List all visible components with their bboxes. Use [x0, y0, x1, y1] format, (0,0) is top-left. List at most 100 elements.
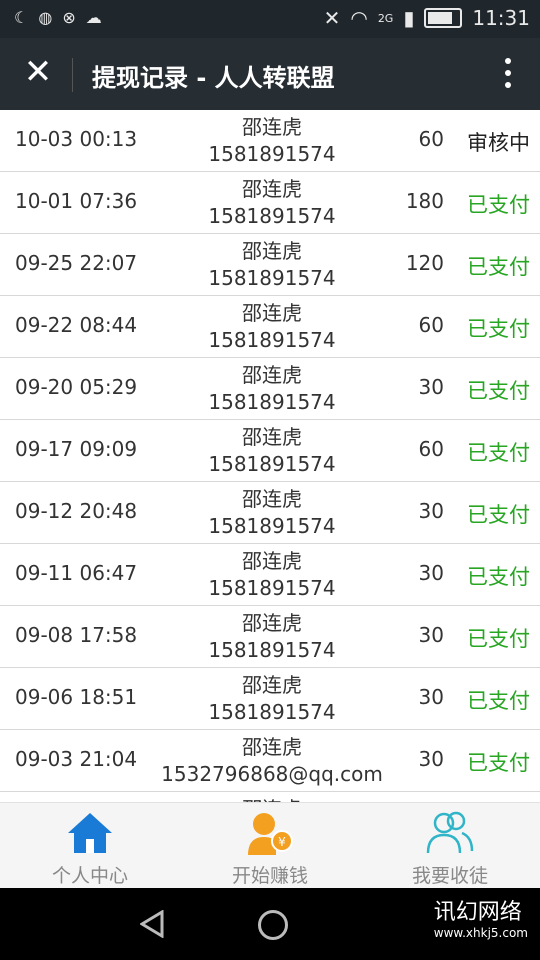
record-payee: 邵连虎 1581891574: [160, 114, 384, 168]
record-name: 邵连虎: [242, 239, 302, 263]
svg-text:¥: ¥: [278, 835, 286, 849]
record-account: 1581891574: [208, 576, 336, 600]
record-time: 09-25 22:07: [15, 251, 138, 275]
bottom-tab-bar: 个人中心 ¥ 开始赚钱 我要收徒: [0, 802, 540, 889]
record-payee: 邵连虎 1581891574: [160, 300, 384, 354]
page-title: 提现记录 - 人人转联盟: [92, 64, 335, 92]
more-menu-icon[interactable]: [504, 58, 512, 90]
record-status: 已支付: [467, 565, 530, 589]
home-button-icon[interactable]: [258, 910, 288, 940]
record-row: 邵连虎: [0, 792, 540, 802]
close-icon[interactable]: ✕: [18, 52, 58, 92]
record-row: 09-20 05:29 邵连虎 1581891574 30 已支付: [0, 358, 540, 420]
record-amount: 60: [418, 437, 444, 461]
tab-personal-center[interactable]: 个人中心: [0, 811, 180, 888]
record-payee: 邵连虎 1581891574: [160, 362, 384, 416]
record-payee: 邵连虎 1581891574: [160, 424, 384, 478]
record-row: 09-25 22:07 邵连虎 1581891574 120 已支付: [0, 234, 540, 296]
wechat-icon: ◍: [38, 8, 53, 27]
record-amount: 30: [418, 561, 444, 585]
record-account: 1581891574: [208, 514, 336, 538]
record-account: 1581891574: [208, 452, 336, 476]
record-payee: 邵连虎 1581891574: [160, 672, 384, 726]
record-row: 09-03 21:04 邵连虎 1532796868@qq.com 30 已支付: [0, 730, 540, 792]
record-name: 邵连虎: [242, 363, 302, 387]
home-icon: [68, 813, 112, 853]
notification-icons: ☾ ◍ ⊗ ☁: [14, 8, 102, 27]
record-name: 邵连虎: [242, 487, 302, 511]
wifi-icon: ◠: [350, 6, 368, 30]
record-time: 09-12 20:48: [15, 499, 138, 523]
watermark-text: 讯幻网络: [433, 900, 522, 925]
record-status: 审核中: [467, 131, 530, 155]
record-row: 09-08 17:58 邵连虎 1581891574 30 已支付: [0, 606, 540, 668]
record-amount: 30: [418, 747, 444, 771]
record-time: 09-22 08:44: [15, 313, 138, 337]
record-row: 10-01 07:36 邵连虎 1581891574 180 已支付: [0, 172, 540, 234]
record-account: 1581891574: [208, 266, 336, 290]
record-status: 已支付: [467, 751, 530, 775]
cloud-icon: ☁: [85, 8, 102, 27]
tab-start-earning[interactable]: ¥ 开始赚钱: [180, 811, 360, 888]
record-amount: 120: [405, 251, 444, 275]
record-row: 09-17 09:09 邵连虎 1581891574 60 已支付: [0, 420, 540, 482]
record-time: 09-08 17:58: [15, 623, 138, 647]
record-row: 09-12 20:48 邵连虎 1581891574 30 已支付: [0, 482, 540, 544]
record-account: 1581891574: [208, 142, 336, 166]
record-payee: 邵连虎 1581891574: [160, 548, 384, 602]
record-row: 09-22 08:44 邵连虎 1581891574 60 已支付: [0, 296, 540, 358]
record-status: 已支付: [467, 317, 530, 341]
withdraw-record-list[interactable]: 10-03 00:13 邵连虎 1581891574 60 审核中 10-01 …: [0, 110, 540, 802]
tab-label: 我要收徒: [411, 865, 488, 887]
record-payee: 邵连虎 1581891574: [160, 238, 384, 292]
mute-icon: ✕: [323, 6, 341, 30]
record-account: 1581891574: [208, 390, 336, 414]
user-yuan-icon: ¥: [248, 813, 293, 855]
record-account: 1581891574: [208, 638, 336, 662]
record-amount: 30: [418, 499, 444, 523]
tab-label: 个人中心: [51, 865, 128, 887]
record-status: 已支付: [467, 689, 530, 713]
watermark-url: www.xhkj5.com: [433, 926, 528, 940]
record-row: 10-03 00:13 邵连虎 1581891574 60 审核中: [0, 110, 540, 172]
no-disturb-icon: ⊗: [62, 8, 76, 27]
record-name: 邵连虎: [242, 301, 302, 325]
battery-icon: [424, 8, 463, 28]
network-label: 2G: [377, 11, 394, 25]
record-row: 09-11 06:47 邵连虎 1581891574 30 已支付: [0, 544, 540, 606]
record-amount: 30: [418, 685, 444, 709]
app-header: ✕ 提现记录 - 人人转联盟: [0, 38, 540, 110]
record-time: 09-20 05:29: [15, 375, 138, 399]
record-payee: 邵连虎 1581891574: [160, 486, 384, 540]
tab-label: 开始赚钱: [231, 865, 308, 887]
record-name: 邵连虎: [242, 177, 302, 201]
record-amount: 60: [418, 127, 444, 151]
record-status: 已支付: [467, 379, 530, 403]
record-amount: 30: [418, 375, 444, 399]
record-status: 已支付: [467, 441, 530, 465]
record-name: 邵连虎: [242, 425, 302, 449]
record-name: 邵连虎: [242, 549, 302, 573]
tab-recruit-apprentice[interactable]: 我要收徒: [360, 811, 540, 888]
status-bar: ☾ ◍ ⊗ ☁ ✕ ◠ 2G ▮ 11:31: [0, 0, 540, 38]
record-status: 已支付: [467, 255, 530, 279]
header-divider: [72, 58, 73, 92]
users-icon: [426, 811, 474, 854]
record-account: 1581891574: [208, 204, 336, 228]
record-row: 09-06 18:51 邵连虎 1581891574 30 已支付: [0, 668, 540, 730]
record-status: 已支付: [467, 193, 530, 217]
back-icon[interactable]: [140, 910, 166, 938]
record-payee: 邵连虎 1581891574: [160, 176, 384, 230]
record-status: 已支付: [467, 627, 530, 651]
record-payee: 邵连虎 1532796868@qq.com: [160, 734, 384, 788]
record-name: 邵连虎: [242, 735, 302, 759]
signal-icon: ▮: [403, 6, 415, 30]
record-amount: 180: [405, 189, 444, 213]
record-name: 邵连虎: [242, 611, 302, 635]
record-time: 09-17 09:09: [15, 437, 138, 461]
record-amount: 60: [418, 313, 444, 337]
status-time: 11:31: [472, 6, 530, 30]
record-time: 09-06 18:51: [15, 685, 138, 709]
record-account: 1581891574: [208, 328, 336, 352]
record-name: 邵连虎: [242, 673, 302, 697]
